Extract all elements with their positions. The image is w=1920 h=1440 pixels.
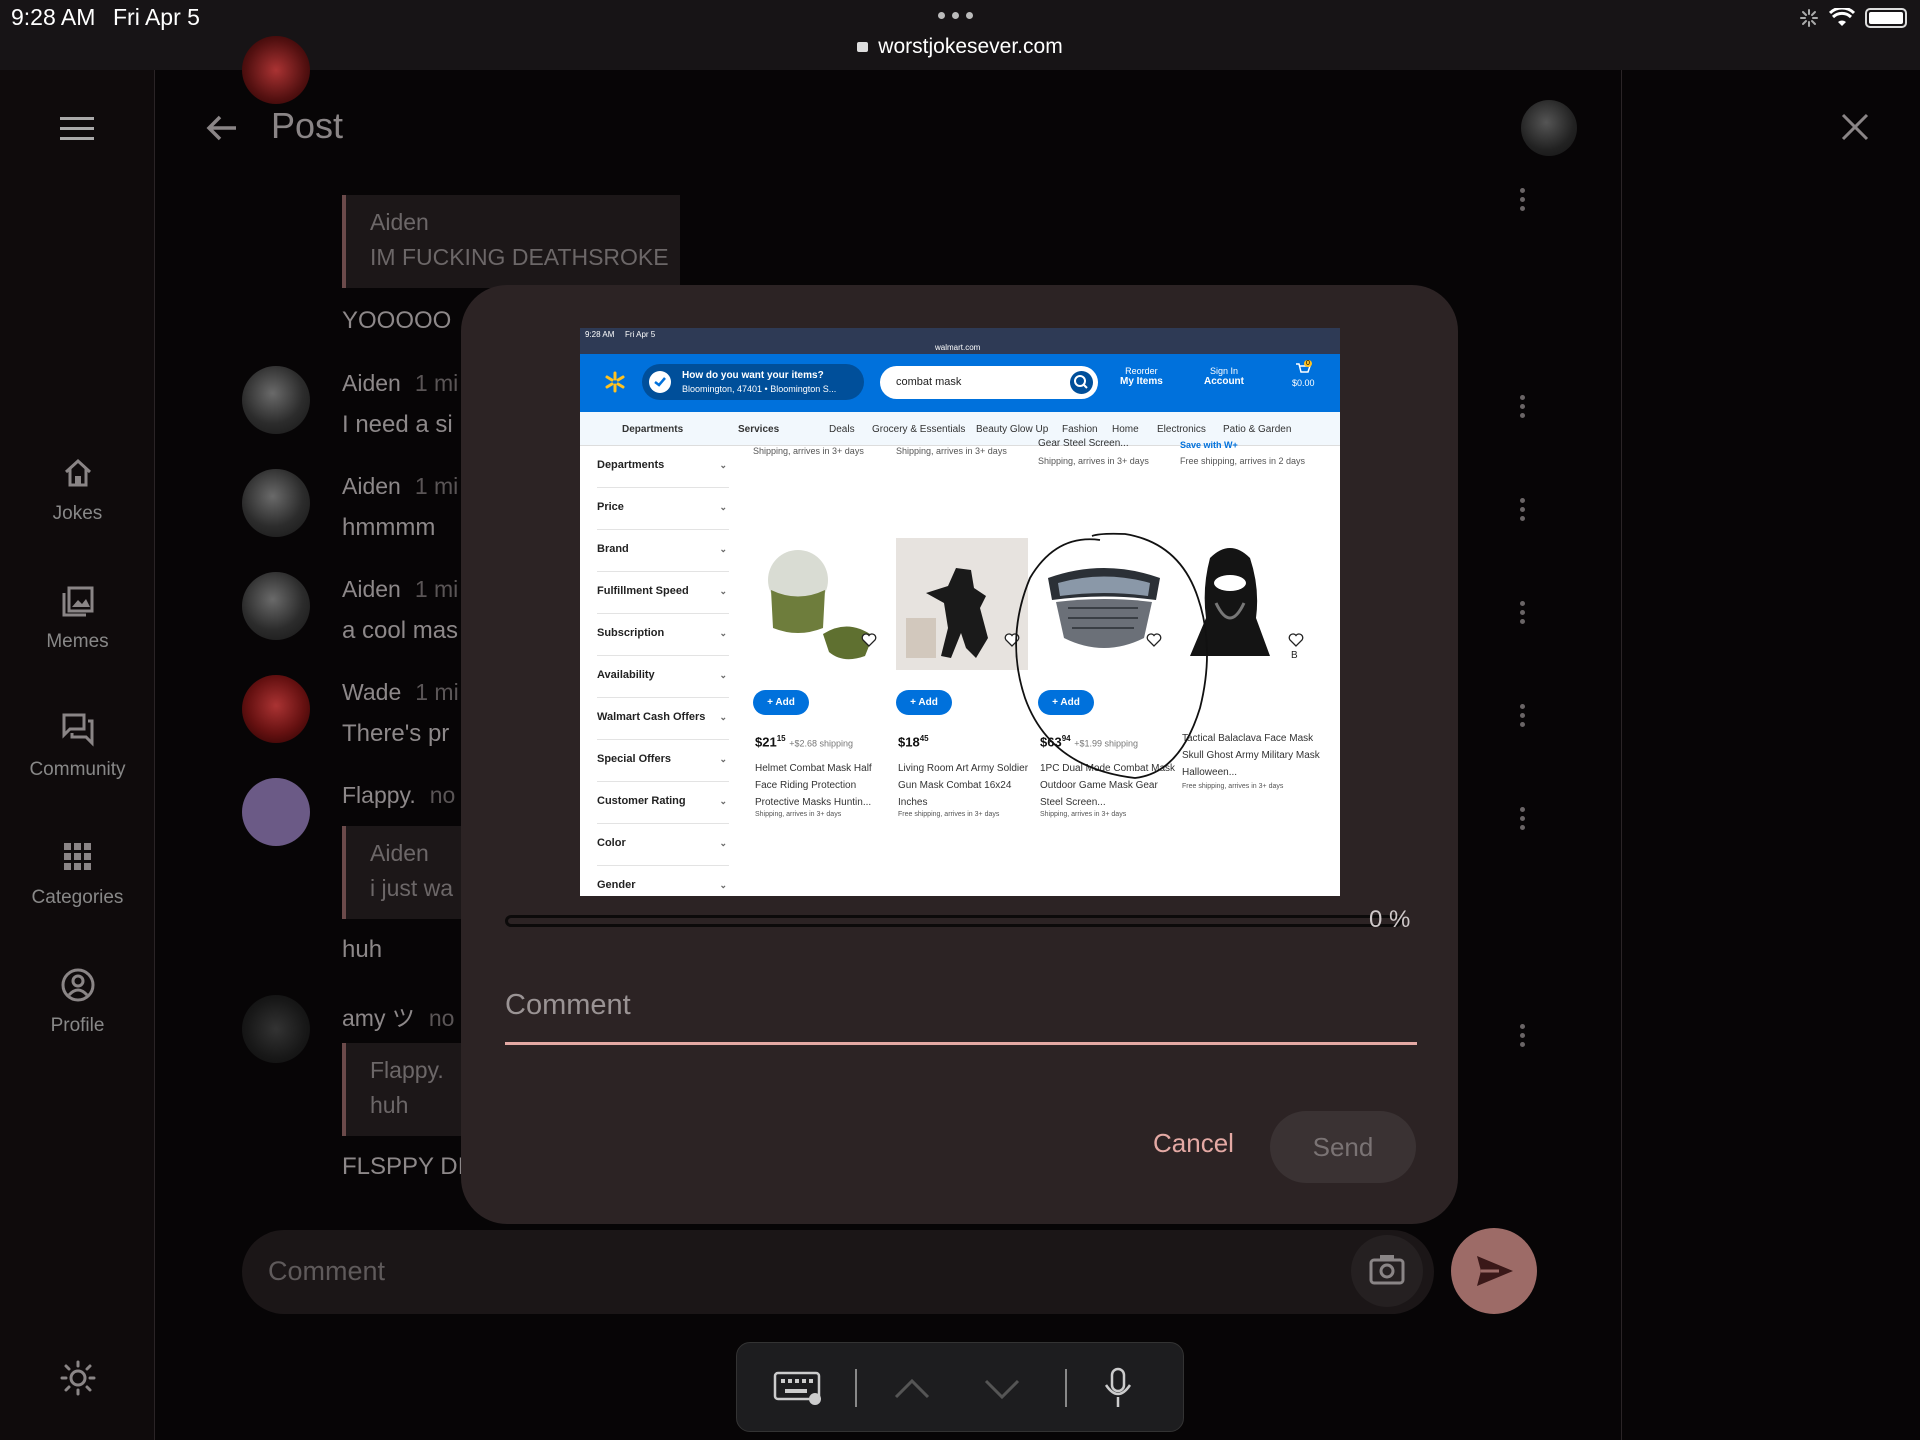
divider <box>855 1369 857 1407</box>
message-text: There's pr <box>342 720 450 747</box>
sidebar-item-label: Jokes <box>52 503 103 524</box>
sidebar-item-profile[interactable]: Profile <box>0 967 155 1037</box>
send-button[interactable] <box>1451 1228 1537 1314</box>
multitask-dots-icon[interactable] <box>938 12 973 19</box>
avatar[interactable] <box>242 469 310 537</box>
divider <box>1065 1369 1067 1407</box>
comment-placeholder: Comment <box>268 1256 386 1286</box>
page-title: Post <box>271 105 344 146</box>
avatar[interactable] <box>242 778 310 846</box>
more-options-icon[interactable] <box>1520 498 1526 525</box>
more-options-icon[interactable] <box>1520 601 1526 628</box>
home-icon <box>64 458 91 487</box>
upload-dialog: 9:28 AM Fri Apr 5 walmart.com How do you… <box>461 285 1458 1224</box>
sun-icon[interactable] <box>60 1360 96 1396</box>
dialog-send-button[interactable]: Send <box>1270 1111 1416 1183</box>
quote-text: IM FUCKING DEATHSROKE <box>370 244 669 270</box>
quote-text: i just wa <box>370 875 454 901</box>
quote-author: Aiden <box>370 840 429 866</box>
account-icon <box>61 968 94 1002</box>
sidebar-item-jokes[interactable]: Jokes <box>0 455 155 525</box>
message-text: hmmmm <box>342 514 436 541</box>
dialog-comment-placeholder: Comment <box>505 989 631 1021</box>
comment-author: Aiden 1 mi <box>342 473 459 499</box>
more-options-icon[interactable] <box>1520 188 1526 215</box>
message-text: huh <box>342 936 383 963</box>
comment-author: Aiden 1 mi <box>342 576 459 602</box>
battery-icon <box>1865 8 1907 28</box>
camera-button[interactable] <box>1351 1235 1423 1307</box>
comment-author: amy ツ no <box>342 1005 455 1031</box>
quote-author: Aiden <box>370 209 429 235</box>
close-icon[interactable] <box>1840 112 1870 142</box>
status-date: Fri Apr 5 <box>113 4 200 30</box>
sidebar-item-label: Profile <box>50 1015 105 1036</box>
loading-icon <box>1800 9 1818 27</box>
dialog-comment-input[interactable]: Comment <box>505 985 1417 1045</box>
status-time: 9:28 AM <box>11 4 96 30</box>
quote-author: Flappy. <box>370 1057 444 1083</box>
sidebar-item-categories[interactable]: Categories <box>0 839 155 909</box>
comment-author: Flappy. no <box>342 782 456 808</box>
sidebar-item-label: Categories <box>31 887 124 908</box>
sidebar-item-community[interactable]: Community <box>0 711 155 781</box>
more-options-icon[interactable] <box>1520 807 1526 834</box>
cancel-button[interactable]: Cancel <box>1153 1128 1234 1159</box>
avatar[interactable] <box>242 995 310 1063</box>
status-icons <box>1799 8 1907 28</box>
upload-progress-bar <box>505 915 1402 927</box>
message-text: FLSPPY DI <box>342 1153 465 1180</box>
forum-icon <box>62 713 93 747</box>
back-arrow-icon[interactable] <box>204 110 240 146</box>
quoted-message: Aiden IM FUCKING DEATHSROKE <box>342 195 680 288</box>
comment-input[interactable]: Comment <box>242 1230 1434 1314</box>
lock-icon <box>857 42 869 52</box>
more-options-icon[interactable] <box>1520 1024 1526 1051</box>
more-options-icon[interactable] <box>1520 704 1526 731</box>
send-icon <box>1477 1256 1513 1286</box>
avatar[interactable] <box>242 572 310 640</box>
sidebar-item-label: Memes <box>46 631 109 652</box>
grid-icon <box>63 843 91 870</box>
chevron-up-icon[interactable] <box>892 1373 932 1403</box>
url-text: worstjokesever.com <box>878 35 1063 58</box>
comment-author: Aiden 1 mi <box>342 370 459 396</box>
keyboard-accessory-bar <box>736 1342 1184 1432</box>
message-text: I need a si <box>342 411 453 438</box>
drawn-circle-annotation <box>1015 532 1208 779</box>
quote-text: huh <box>370 1092 409 1118</box>
avatar[interactable] <box>242 675 310 743</box>
more-options-icon[interactable] <box>1520 395 1526 422</box>
message-text: YOOOOO <box>342 307 452 334</box>
sidebar-item-memes[interactable]: Memes <box>0 583 155 653</box>
camera-icon <box>1369 1255 1405 1285</box>
comment-author: Wade 1 mi <box>342 679 459 705</box>
wifi-icon <box>1829 8 1855 26</box>
keyboard-icon[interactable] <box>773 1371 823 1405</box>
avatar[interactable] <box>242 366 310 434</box>
microphone-icon[interactable] <box>1103 1367 1133 1409</box>
message-text: a cool mas <box>342 617 459 644</box>
user-avatar[interactable] <box>1521 100 1577 156</box>
upload-progress-label: 0 % <box>1369 906 1411 933</box>
attachment-preview: 9:28 AM Fri Apr 5 walmart.com How do you… <box>580 328 1340 896</box>
avatar[interactable] <box>242 36 310 104</box>
sidebar-item-label: Community <box>29 759 126 780</box>
sidebar: Jokes Memes Community Categories Profile <box>0 70 155 1440</box>
image-icon <box>62 586 93 617</box>
menu-icon[interactable] <box>60 117 94 147</box>
chevron-down-icon[interactable] <box>982 1373 1022 1403</box>
